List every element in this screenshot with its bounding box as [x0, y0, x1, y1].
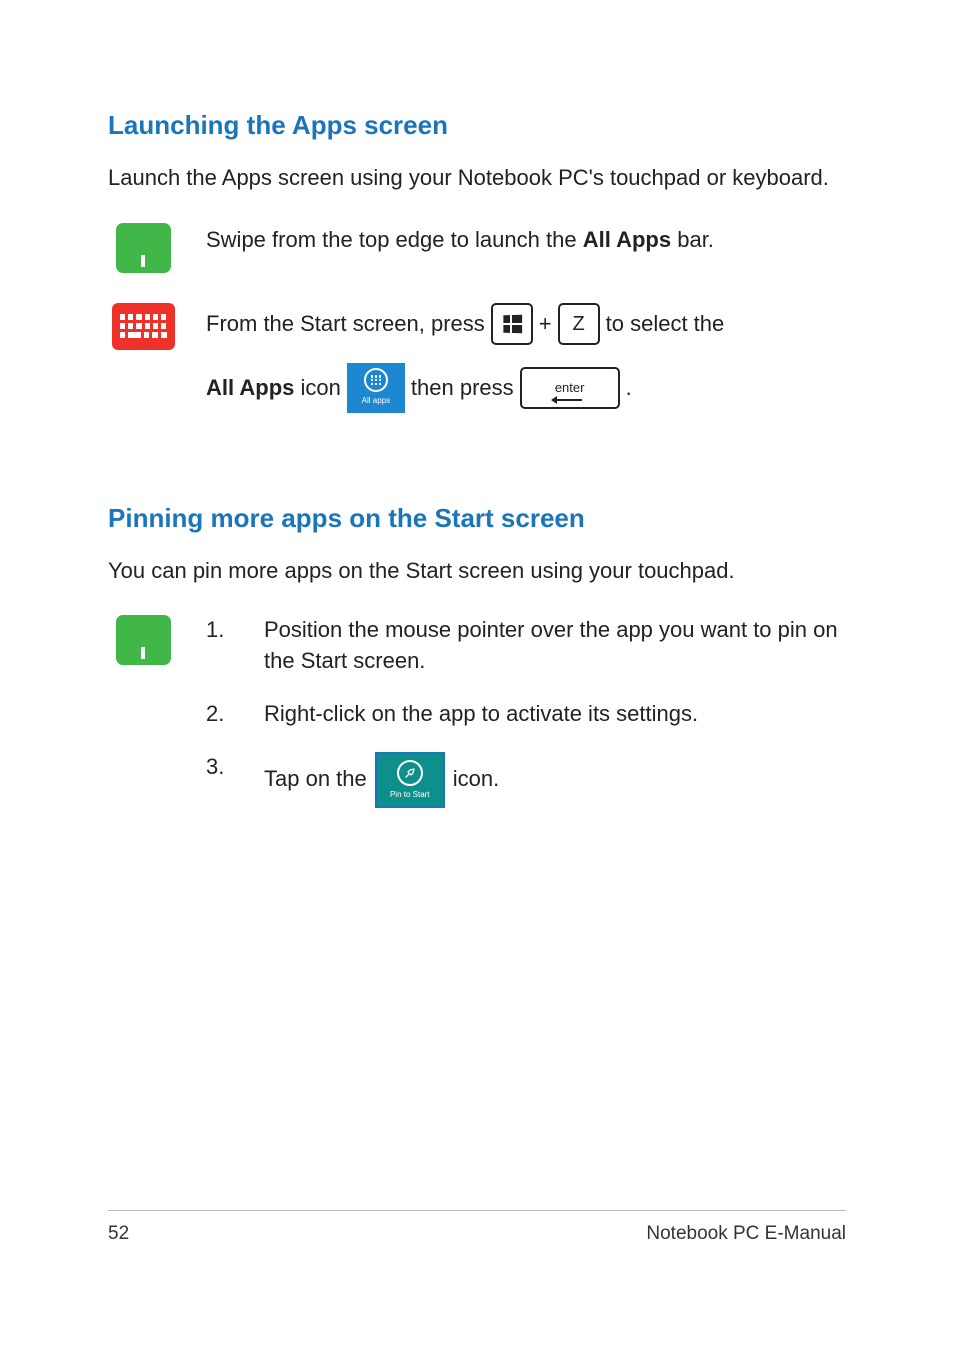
touchpad-text-bold: All Apps	[583, 227, 671, 252]
section-heading-pinning: Pinning more apps on the Start screen	[108, 503, 846, 534]
keyboard-instruction-text: From the Start screen, press + Z to sele…	[206, 303, 846, 413]
keyboard-instruction-row: From the Start screen, press + Z to sele…	[108, 303, 846, 413]
kb-line1-post: to select the	[606, 307, 725, 340]
intro-text-2: You can pin more apps on the Start scree…	[108, 556, 846, 586]
page-footer: 52 Notebook PC E-Manual	[108, 1210, 846, 1245]
pinning-instruction-row: 1. Position the mouse pointer over the a…	[108, 615, 846, 829]
kb-line2-mid: icon	[294, 375, 340, 400]
touchpad-icon	[116, 223, 171, 273]
touchpad-text-post: bar.	[671, 227, 714, 252]
enter-key-label: enter	[555, 378, 585, 398]
windows-logo-icon	[503, 315, 521, 333]
kb-line2-bold: All Apps	[206, 375, 294, 400]
pin-tile-label: Pin to Start	[390, 789, 430, 800]
touchpad-text-pre: Swipe from the top edge to launch the	[206, 227, 583, 252]
pinning-steps: 1. Position the mouse pointer over the a…	[206, 615, 846, 829]
kb-line2-then: then press	[411, 371, 514, 404]
pin-icon	[403, 766, 417, 780]
windows-key	[491, 303, 533, 345]
step-number: 3.	[206, 752, 234, 808]
keyboard-icon-cell	[108, 303, 178, 350]
touchpad-instruction-row: Swipe from the top edge to launch the Al…	[108, 223, 846, 273]
all-apps-tile-icon: All apps	[347, 363, 405, 413]
touchpad-icon	[116, 615, 171, 665]
pin-to-start-tile-icon: Pin to Start	[375, 752, 445, 808]
step-number: 1.	[206, 615, 234, 677]
keyboard-icon	[112, 303, 175, 350]
footer-title: Notebook PC E-Manual	[646, 1223, 846, 1245]
step-text: Position the mouse pointer over the app …	[264, 615, 846, 677]
step-1: 1. Position the mouse pointer over the a…	[206, 615, 846, 677]
all-apps-tile-label: All apps	[362, 395, 390, 407]
step-2: 2. Right-click on the app to activate it…	[206, 699, 846, 730]
section-heading-launching: Launching the Apps screen	[108, 110, 846, 141]
touchpad-icon-cell-2	[108, 615, 178, 665]
step-text: Right-click on the app to activate its s…	[264, 699, 846, 730]
touchpad-instruction-text: Swipe from the top edge to launch the Al…	[206, 223, 846, 256]
enter-key: enter	[520, 367, 620, 409]
touchpad-icon-cell	[108, 223, 178, 273]
intro-text-1: Launch the Apps screen using your Notebo…	[108, 163, 846, 193]
kb-line2-period: .	[626, 371, 632, 404]
z-key: Z	[558, 303, 600, 345]
step-number: 2.	[206, 699, 234, 730]
kb-line1-pre: From the Start screen, press	[206, 307, 485, 340]
step3-pre: Tap on the	[264, 764, 367, 795]
page-number: 52	[108, 1223, 129, 1245]
step-3: 3. Tap on the Pin to Start icon.	[206, 752, 846, 808]
step3-post: icon.	[453, 764, 499, 795]
plus-sign: +	[539, 307, 552, 340]
